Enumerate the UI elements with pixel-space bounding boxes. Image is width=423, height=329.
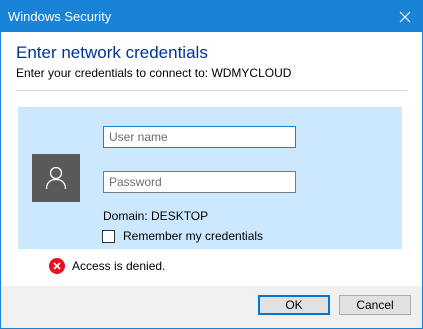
x-mark-icon: [53, 262, 61, 270]
user-icon: [45, 166, 67, 190]
username-input[interactable]: [103, 126, 296, 148]
error-message: Access is denied.: [49, 258, 165, 274]
avatar: [32, 154, 80, 202]
remember-credentials-checkbox[interactable]: [102, 229, 115, 243]
window-title: Windows Security: [8, 9, 112, 24]
remember-credentials-checkbox-row[interactable]: Remember my credentials: [102, 229, 263, 243]
close-icon: [399, 11, 411, 22]
password-input[interactable]: [103, 171, 296, 193]
error-text: Access is denied.: [72, 259, 166, 273]
dialog-subheading: Enter your credentials to connect to: WD…: [16, 66, 292, 80]
ok-button[interactable]: OK: [258, 295, 330, 315]
error-icon: [49, 258, 65, 274]
remember-credentials-label[interactable]: Remember my credentials: [123, 229, 263, 243]
domain-label: Domain: DESKTOP: [103, 209, 209, 223]
cancel-button[interactable]: Cancel: [339, 295, 411, 315]
divider: [16, 90, 407, 91]
close-button[interactable]: [388, 1, 422, 32]
dialog-heading: Enter network credentials: [16, 43, 208, 62]
title-bar[interactable]: Windows Security: [1, 1, 422, 32]
credentials-dialog: Windows Security Enter network credentia…: [0, 0, 423, 329]
